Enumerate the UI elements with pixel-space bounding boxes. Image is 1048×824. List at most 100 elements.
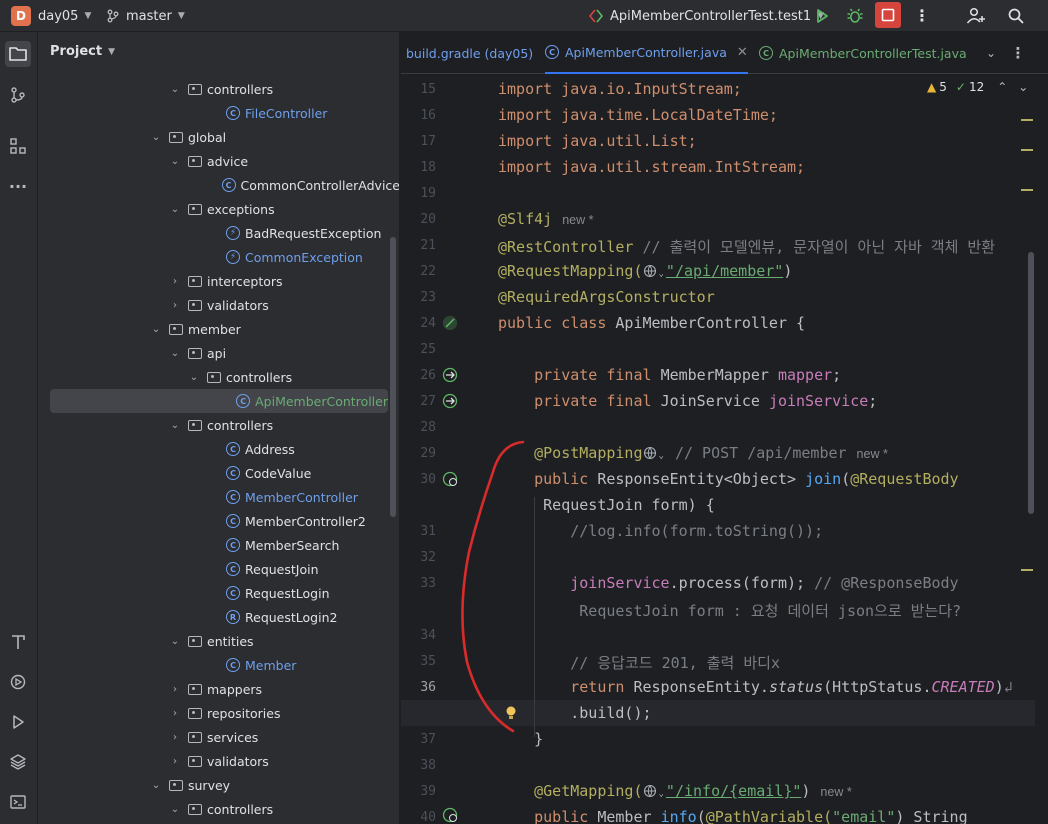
layers-icon — [10, 754, 26, 770]
tree-item-label: controllers — [207, 801, 274, 817]
tree-item[interactable]: ⌄ global — [38, 125, 399, 149]
run-tool-button[interactable] — [5, 709, 31, 735]
tree-item[interactable]: › repositories — [38, 701, 399, 725]
chevron-down-icon[interactable]: ⌄ — [187, 372, 201, 383]
chevron-down-icon[interactable]: ⌄ — [168, 420, 182, 431]
panel-scrollbar[interactable] — [390, 237, 396, 517]
stop-icon — [881, 8, 895, 22]
package-folder-icon — [188, 754, 202, 768]
tree-item[interactable]: C RequestLogin — [38, 581, 399, 605]
tree-item[interactable]: ⌄ controllers — [38, 413, 399, 437]
tree-item[interactable]: C CodeValue — [38, 461, 399, 485]
tree-item[interactable]: ⌄ member — [38, 317, 399, 341]
tree-item[interactable]: R RequestLogin2 — [38, 605, 399, 629]
chevron-down-icon[interactable]: ⌄ — [168, 348, 182, 359]
chevron-right-icon[interactable]: › — [168, 300, 182, 311]
class-icon: C — [226, 490, 240, 504]
tree-item-label: RequestLogin2 — [245, 609, 338, 625]
tree-item[interactable]: C Address — [38, 437, 399, 461]
tree-item[interactable]: › validators — [38, 293, 399, 317]
tree-item[interactable]: ⌄ exceptions — [38, 197, 399, 221]
chevron-right-icon[interactable]: › — [168, 276, 182, 287]
main-toolbar: D day05 ▼ master ▼ ApiMemberControllerTe… — [0, 0, 1048, 32]
chevron-right-icon[interactable]: › — [168, 708, 182, 719]
tree-item-label: survey — [188, 777, 231, 793]
chevron-down-icon[interactable]: ⌄ — [168, 204, 182, 215]
tree-item-label: MemberController2 — [245, 513, 366, 529]
tree-item[interactable]: C MemberController — [38, 485, 399, 509]
tree-item[interactable]: C MemberController2 — [38, 509, 399, 533]
project-selector[interactable]: day05 ▼ — [38, 0, 91, 32]
layers-tool-button[interactable] — [5, 749, 31, 775]
terminal-tool-button[interactable] — [5, 789, 31, 815]
tree-item[interactable]: ⌄ controllers — [38, 77, 399, 101]
branch-selector[interactable]: master ▼ — [106, 0, 185, 32]
chevron-down-icon[interactable]: ⌄ — [168, 636, 182, 647]
services-tool-button[interactable] — [5, 669, 31, 695]
tree-item-label: RequestLogin — [245, 585, 330, 601]
structure-icon — [10, 138, 26, 154]
tree-item[interactable]: ⌄ controllers — [38, 365, 399, 389]
tool-window-strip: ··· — [0, 32, 38, 824]
chevron-right-icon[interactable]: › — [168, 732, 182, 743]
package-folder-icon — [188, 82, 202, 96]
project-badge[interactable]: D — [11, 6, 31, 26]
debug-button[interactable] — [843, 4, 867, 28]
package-folder-icon — [188, 274, 202, 288]
services-icon — [10, 674, 26, 690]
stop-button[interactable] — [875, 2, 901, 28]
chevron-down-icon[interactable]: ⌄ — [149, 324, 163, 335]
tree-item[interactable]: › mappers — [38, 677, 399, 701]
package-folder-icon — [169, 778, 183, 792]
test-config-icon — [588, 9, 604, 23]
tree-item[interactable]: C FileController — [38, 101, 399, 125]
chevron-down-icon[interactable]: ⌄ — [168, 84, 182, 95]
annotation-bracket — [461, 440, 525, 733]
git-commit-icon — [11, 87, 25, 103]
tree-item[interactable]: ⌄ advice — [38, 149, 399, 173]
tree-item-label: ApiMemberController — [255, 393, 388, 409]
run-config-selector[interactable]: ApiMemberControllerTest.test1 ▼ — [588, 0, 824, 32]
project-tool-button[interactable] — [5, 41, 31, 67]
tree-item-label: validators — [207, 297, 269, 313]
tree-item[interactable]: ⌄ entities — [38, 629, 399, 653]
tree-item[interactable]: › validators — [38, 749, 399, 773]
tree-item-label: member — [188, 321, 241, 337]
bug-icon — [847, 8, 863, 23]
tree-item[interactable]: ⌄ survey — [38, 773, 399, 797]
tree-item-label: MemberController — [245, 489, 358, 505]
structure-tool-button[interactable] — [5, 133, 31, 159]
project-panel-header[interactable]: Project ▼ — [50, 44, 115, 59]
package-folder-icon — [207, 370, 221, 384]
package-folder-icon — [188, 202, 202, 216]
chevron-down-icon: ▼ — [177, 11, 185, 21]
tree-item[interactable]: C ApiMemberController — [50, 389, 388, 413]
add-user-button[interactable] — [964, 4, 988, 28]
more-tools-button[interactable]: ··· — [5, 173, 31, 199]
tree-item[interactable]: ⚡ BadRequestException — [38, 221, 399, 245]
tree-item[interactable]: › services — [38, 725, 399, 749]
tree-item[interactable]: C Member — [38, 653, 399, 677]
run-button[interactable] — [810, 4, 834, 28]
tree-item[interactable]: C CommonControllerAdvice — [38, 173, 399, 197]
gradle-tool-button[interactable] — [5, 629, 31, 655]
search-button[interactable] — [1004, 4, 1028, 28]
tree-item[interactable]: ⌄ api — [38, 341, 399, 365]
commit-tool-button[interactable] — [5, 82, 31, 108]
play-icon — [13, 715, 24, 729]
tree-item-label: FileController — [245, 105, 328, 121]
package-folder-icon — [169, 130, 183, 144]
more-actions-button[interactable]: ⋮ — [910, 4, 934, 28]
tree-item[interactable]: ⚡ CommonException — [38, 245, 399, 269]
chevron-down-icon[interactable]: ⌄ — [149, 780, 163, 791]
tree-item[interactable]: › interceptors — [38, 269, 399, 293]
tree-item[interactable]: ⌄ controllers — [38, 797, 399, 821]
tree-item-label: CodeValue — [245, 465, 312, 481]
tree-item[interactable]: C MemberSearch — [38, 533, 399, 557]
tree-item[interactable]: C RequestJoin — [38, 557, 399, 581]
chevron-down-icon[interactable]: ⌄ — [149, 132, 163, 143]
chevron-down-icon[interactable]: ⌄ — [168, 156, 182, 167]
chevron-down-icon[interactable]: ⌄ — [168, 804, 182, 815]
chevron-right-icon[interactable]: › — [168, 756, 182, 767]
chevron-right-icon[interactable]: › — [168, 684, 182, 695]
